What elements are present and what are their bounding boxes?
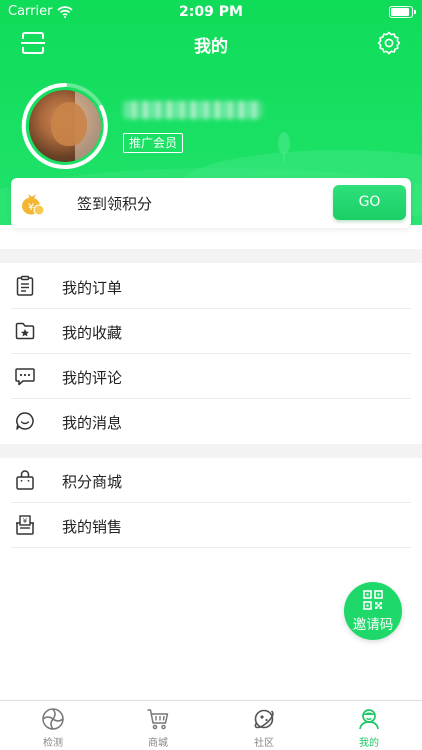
cart-icon: [147, 709, 169, 730]
member-badge: 推广会员: [123, 133, 184, 153]
menu-item-label: 我的订单: [62, 279, 123, 297]
decorative-tree-trunk: [283, 152, 285, 162]
avatar[interactable]: [29, 90, 101, 162]
status-bar: Carrier 2:09 PM: [0, 0, 422, 24]
message-icon: [16, 412, 34, 430]
svg-text:¥: ¥: [23, 517, 28, 525]
menu-item-label: 我的销售: [62, 518, 123, 536]
menu-item-label: 我的收藏: [62, 324, 123, 342]
battery-icon: [389, 6, 416, 18]
coin-bag-icon: ¥: [22, 194, 45, 216]
tab-community[interactable]: 社区: [234, 707, 294, 750]
tab-mall[interactable]: 商城: [128, 707, 188, 750]
sales-box-icon: ¥: [16, 515, 34, 535]
tab-label: 商城: [148, 738, 168, 749]
menu-item-orders[interactable]: 我的订单: [0, 264, 422, 309]
menu-item-label: 我的评论: [62, 369, 123, 387]
star-folder-icon: [15, 322, 35, 340]
comment-icon: [15, 368, 35, 386]
tab-bar: 检测 商城 社区 我的: [0, 698, 422, 750]
signin-label: 签到领积分: [77, 195, 153, 213]
menu-item-messages[interactable]: 我的消息: [0, 399, 422, 444]
menu-item-label: 积分商城: [62, 473, 123, 491]
detect-icon: [42, 708, 64, 730]
section-divider: [0, 249, 422, 263]
username-blurred: [123, 101, 263, 119]
menu-item-comments[interactable]: 我的评论: [0, 354, 422, 399]
gear-icon[interactable]: [377, 31, 401, 55]
tab-label: 检测: [43, 738, 63, 749]
menu-item-label: 我的消息: [62, 414, 123, 432]
status-time: 2:09 PM: [179, 4, 243, 20]
menu-item-sales[interactable]: ¥ 我的销售: [0, 503, 422, 548]
signin-card: ¥ 签到领积分 GO: [11, 178, 411, 228]
section-divider: [0, 444, 422, 458]
tab-label: 社区: [254, 738, 274, 749]
page-title: 我的: [194, 37, 228, 57]
clipboard-icon: [16, 275, 34, 296]
tab-label: 我的: [359, 738, 379, 749]
invite-code-label: 邀请码: [352, 617, 394, 633]
menu-item-points-mall[interactable]: 积分商城: [0, 458, 422, 503]
tab-profile[interactable]: 我的: [339, 707, 399, 750]
shopping-bag-icon: [16, 470, 34, 490]
profile-icon: [359, 709, 379, 730]
planet-icon: [254, 709, 274, 729]
decorative-tree: [278, 132, 290, 154]
tab-detect[interactable]: 检测: [23, 707, 83, 750]
svg-text:¥: ¥: [28, 202, 34, 213]
signin-go-button[interactable]: GO: [333, 185, 406, 220]
menu-item-favorites[interactable]: 我的收藏: [0, 309, 422, 354]
invite-code-button[interactable]: 邀请码: [344, 582, 402, 640]
qr-code-icon: [363, 590, 383, 610]
